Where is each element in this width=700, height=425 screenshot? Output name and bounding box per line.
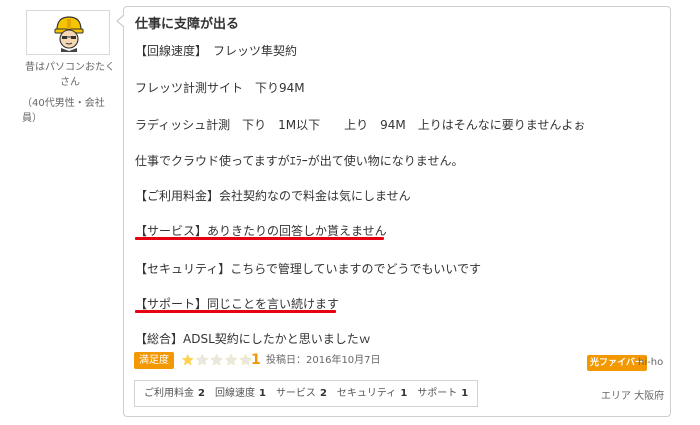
review-line-flets-measure: フレッツ計測サイト 下り94M xyxy=(135,81,305,95)
reviewer-meta: （40代男性・会社員） xyxy=(22,98,105,124)
rating-score: 1 xyxy=(251,352,261,368)
area-label: エリア 大阪府 xyxy=(601,391,665,402)
category-scores: ご利用料金 2 回線速度 1 サービス 2 セキュリティ 1 サポート 1 xyxy=(134,380,479,407)
star-icon: ★ xyxy=(181,351,195,369)
score-support: サポート 1 xyxy=(417,388,469,399)
review-line-security: 【セキュリティ】こちらで管理していますのでどうでもいいです xyxy=(135,262,481,276)
review-line-speed-heading: 【回線速度】 フレッツ隼契約 xyxy=(135,44,298,58)
score-speed: 回線速度 1 xyxy=(214,388,266,399)
satisfaction-badge: 満足度 xyxy=(134,352,174,369)
star-icon: ★ xyxy=(195,351,209,369)
post-date: 投稿日：2016年10月7日 xyxy=(266,355,381,366)
review-line-cloud: 仕事でクラウド使ってますがｴﾗｰが出て使い物になりません。 xyxy=(135,154,464,168)
review-line-price: 【ご利用料金】会社契約なので料金は気にしません xyxy=(135,189,411,203)
construction-worker-avatar-icon xyxy=(54,16,84,52)
star-icon: ★ xyxy=(224,351,238,369)
reviewer-column: 昔はパソコンおたくさん （40代男性・会社員） xyxy=(0,0,120,425)
score-security: セキュリティ 1 xyxy=(336,388,408,399)
review-line-radish-measure: ラディッシュ計測 下り 1M以下 上り 94M 上りはそんなに要りませんよぉ xyxy=(135,118,586,132)
score-price: ご利用料金 2 xyxy=(144,388,205,399)
service-underline xyxy=(135,237,384,240)
score-service: サービス 2 xyxy=(275,388,327,399)
reviewer-name[interactable]: 昔はパソコンおたくさん xyxy=(22,60,118,90)
review-title: 仕事に支障が出る xyxy=(135,17,240,32)
review-line-overall: 【総合】ADSL契約にしたかと思いましたｗ xyxy=(135,332,371,346)
provider-name[interactable]: hi-ho xyxy=(638,355,663,371)
support-underline xyxy=(135,310,336,313)
star-icon: ★ xyxy=(209,351,224,369)
star-rating: ★ ★ ★ ★ ★ xyxy=(181,352,252,369)
avatar[interactable] xyxy=(26,10,110,55)
